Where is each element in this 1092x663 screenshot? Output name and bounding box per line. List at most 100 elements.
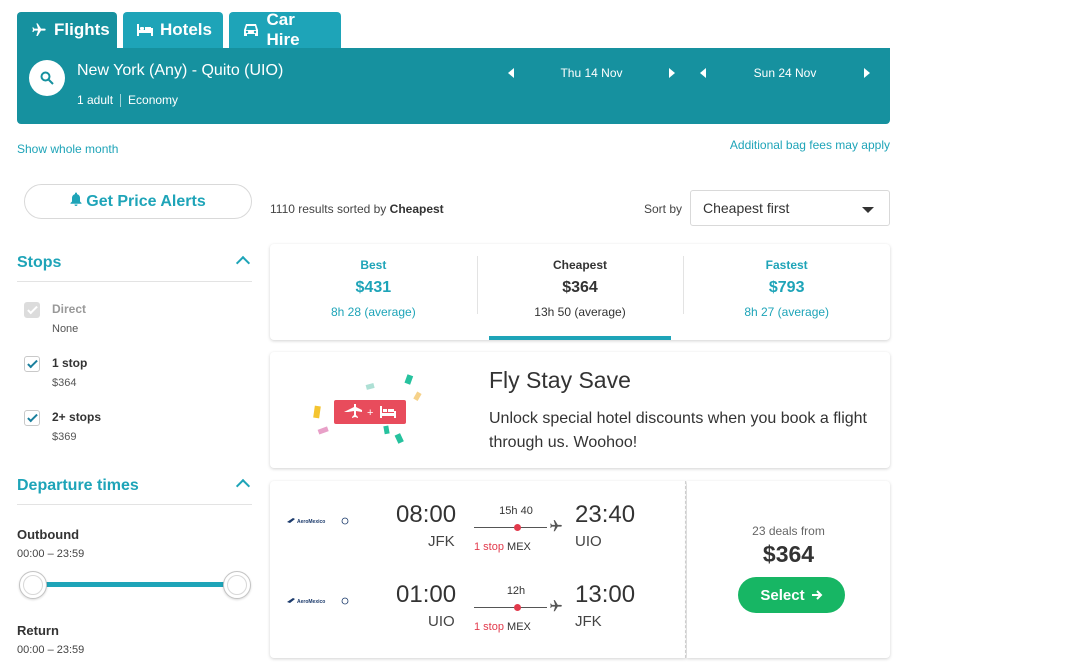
outbound-leg: AeroMexico 08:00 JFK 15h 40 1 stop MEX 2… <box>270 499 686 559</box>
sort-tab-duration: 8h 28 (average) <box>330 305 416 319</box>
results-sorted-by: Cheapest <box>389 202 444 216</box>
two-plus-stops-checkbox[interactable] <box>24 410 40 426</box>
next-date-arrow-icon[interactable] <box>668 68 675 78</box>
stop-option-1-stop[interactable]: 1 stop $364 <box>24 356 87 389</box>
departure-time: 01:00 <box>396 581 457 608</box>
depart-date-picker: Thu 14 Nov <box>508 64 675 82</box>
plane-icon <box>550 600 562 612</box>
stop-option-price: $364 <box>52 377 77 389</box>
one-stop-checkbox[interactable] <box>24 356 40 372</box>
outbound-slider-start-handle[interactable] <box>19 571 47 599</box>
stop-dot <box>514 524 521 531</box>
svg-text:+: + <box>367 407 373 419</box>
stop-airport: MEX <box>507 621 531 633</box>
sort-select-value: Cheapest first <box>703 200 790 216</box>
stops-info: 1 stop MEX <box>474 621 574 633</box>
bag-fees-link[interactable]: Additional bag fees may apply <box>730 138 890 152</box>
departure-airport: JFK <box>428 533 455 550</box>
bell-icon <box>70 192 82 211</box>
search-summary-bar[interactable]: New York (Any) - Quito (UIO) 1 adult Eco… <box>17 48 890 124</box>
flight-price-panel: 23 deals from $364 Select <box>687 481 890 658</box>
stops-count: 1 stop <box>474 541 504 553</box>
return-leg: AeroMexico 01:00 UIO 12h 1 stop MEX 13:0… <box>270 579 686 639</box>
stop-option-label: Direct <box>52 302 87 316</box>
tab-label: Hotels <box>160 20 212 39</box>
depart-date[interactable]: Thu 14 Nov <box>560 66 622 80</box>
direct-checkbox <box>24 302 40 318</box>
outbound-time-slider-track[interactable] <box>33 582 238 587</box>
tab-hotels[interactable]: Hotels <box>123 12 223 48</box>
caret-down-icon <box>862 207 874 213</box>
plane-icon <box>550 520 562 532</box>
prev-date-arrow-icon[interactable] <box>508 68 514 78</box>
flight-result-card[interactable]: AeroMexico 08:00 JFK 15h 40 1 stop MEX 2… <box>270 481 686 658</box>
outbound-slider-end-handle[interactable] <box>223 571 251 599</box>
promo-title: Fly Stay Save <box>489 367 631 393</box>
outbound-label: Outbound <box>17 527 80 542</box>
tab-label: Flights <box>54 20 110 39</box>
stops-filter-title: Stops <box>17 254 62 271</box>
stop-option-2-plus-stops[interactable]: 2+ stops $369 <box>24 410 101 443</box>
stops-filter-header[interactable]: Stops <box>17 254 252 282</box>
flight-hotel-promo-illustration: + <box>313 374 422 444</box>
return-label: Return <box>17 623 59 638</box>
sort-tab-duration: 8h 27 (average) <box>744 305 830 319</box>
promo-text: Unlock special hotel discounts when you … <box>489 410 867 451</box>
arrow-right-icon <box>811 589 823 601</box>
passenger-count: 1 adult <box>77 93 114 107</box>
svg-text:AeroMexico: AeroMexico <box>297 599 325 605</box>
return-time-range: 00:00 – 23:59 <box>17 644 85 656</box>
tab-car-hire[interactable]: Car Hire <box>229 10 341 49</box>
stop-dot <box>514 604 521 611</box>
prev-date-arrow-icon[interactable] <box>700 68 706 78</box>
sort-tab-price: $793 <box>768 279 805 296</box>
sort-select[interactable]: Cheapest first <box>690 190 890 226</box>
flight-duration: 12h <box>506 585 526 597</box>
sort-tab-name: Fastest <box>765 258 808 272</box>
airline-logo: AeroMexico <box>287 597 349 605</box>
fly-stay-save-promo[interactable]: + Fly Stay Save Unlock special hotel dis… <box>270 352 890 468</box>
select-button[interactable]: Select <box>738 577 845 613</box>
airline-logo: AeroMexico <box>287 517 349 525</box>
flight-duration: 15h 40 <box>499 505 533 517</box>
stop-option-label: 2+ stops <box>52 410 102 424</box>
sort-tab-cheapest[interactable]: Cheapest $364 13h 50 (average) <box>476 244 684 340</box>
stops-count: 1 stop <box>474 621 504 633</box>
departure-times-filter-header[interactable]: Departure times <box>17 477 252 505</box>
arrival-time: 13:00 <box>575 581 636 608</box>
sort-options-card: Best $431 8h 28 (average) Cheapest $364 … <box>270 244 890 340</box>
departure-airport: UIO <box>428 613 455 630</box>
next-date-arrow-icon[interactable] <box>864 68 870 78</box>
sort-tab-best[interactable]: Best $431 8h 28 (average) <box>270 244 477 340</box>
tab-flights[interactable]: Flights <box>17 12 117 48</box>
sort-tab-name: Best <box>360 258 387 272</box>
bed-icon <box>137 21 153 39</box>
select-button-label: Select <box>760 586 805 604</box>
stop-option-label: 1 stop <box>52 356 88 370</box>
divider <box>120 93 122 107</box>
sort-tab-name: Cheapest <box>552 258 608 272</box>
chevron-up-icon[interactable] <box>235 255 251 271</box>
passenger-summary[interactable]: 1 adult Economy <box>77 93 178 107</box>
results-summary: 1110 results sorted by Cheapest <box>270 202 444 216</box>
show-whole-month-link[interactable]: Show whole month <box>17 142 118 156</box>
flight-price: $364 <box>762 541 815 567</box>
stop-option-direct: Direct None <box>24 302 86 335</box>
sort-tab-fastest[interactable]: Fastest $793 8h 27 (average) <box>683 244 890 340</box>
results-sorted-prefix: results sorted by <box>298 202 387 216</box>
chevron-up-icon[interactable] <box>235 478 251 494</box>
return-date[interactable]: Sun 24 Nov <box>754 66 817 80</box>
arrival-airport: UIO <box>575 533 602 550</box>
stop-option-price: None <box>52 323 79 335</box>
stops-info: 1 stop MEX <box>474 541 574 553</box>
deals-count: 23 deals from <box>752 524 825 538</box>
stop-option-price: $369 <box>52 431 77 443</box>
selected-tab-indicator <box>488 336 672 340</box>
search-icon[interactable] <box>29 60 65 96</box>
sort-tab-price: $364 <box>562 279 598 296</box>
car-icon <box>243 21 259 39</box>
price-alerts-button[interactable]: Get Price Alerts <box>24 184 252 219</box>
route-line <box>474 607 547 608</box>
route-summary[interactable]: New York (Any) - Quito (UIO) <box>77 62 283 80</box>
price-alerts-label: Get Price Alerts <box>86 192 206 210</box>
